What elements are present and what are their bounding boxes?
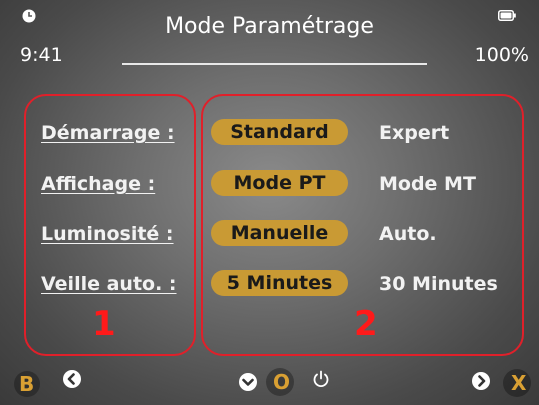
close-key-label: X (511, 371, 527, 395)
chevron-right-icon[interactable] (471, 371, 491, 391)
page-title: Mode Paramétrage (165, 14, 374, 39)
annotation-number-2: 2 (354, 304, 378, 344)
ok-icon[interactable]: O (266, 368, 294, 396)
battery-icon (498, 10, 516, 21)
title-underline (122, 63, 427, 65)
device-screen: 9:41 Mode Paramétrage 100% Démarrage : A… (0, 0, 539, 405)
power-icon[interactable] (311, 369, 331, 389)
chevron-left-icon[interactable] (62, 369, 82, 389)
bottom-bar: B O X (0, 360, 539, 405)
annotation-number-1: 1 (92, 304, 116, 344)
clock-time: 9:41 (20, 44, 63, 66)
back-key-label: B (19, 372, 35, 396)
close-key-icon[interactable]: X (503, 369, 531, 397)
ok-key-label: O (273, 370, 291, 394)
battery-percentage: 100% (474, 44, 529, 66)
back-icon[interactable]: B (14, 371, 40, 397)
chevron-down-icon[interactable] (238, 372, 258, 392)
status-bar: 9:41 Mode Paramétrage 100% (0, 0, 539, 90)
